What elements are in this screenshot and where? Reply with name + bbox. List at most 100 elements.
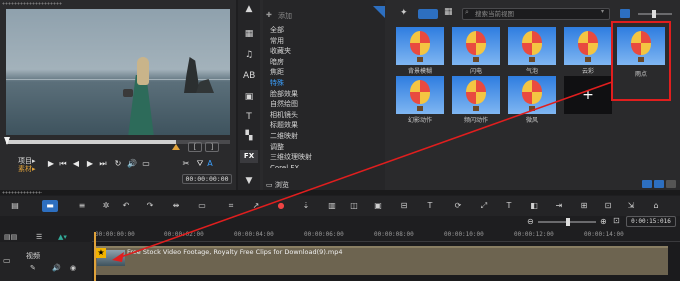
crop-icon[interactable]: ⌗ <box>225 200 237 212</box>
filter-thumbnail[interactable]: 闪电 <box>452 27 500 75</box>
mode-clip[interactable]: 素材▸ <box>18 164 44 174</box>
view-detail-icon[interactable] <box>666 180 676 188</box>
view-options-button[interactable] <box>620 9 630 18</box>
play-icon[interactable]: ▶ <box>46 159 56 169</box>
expand-icon[interactable]: ⤢ <box>478 200 490 212</box>
category-item-active[interactable]: 特殊 <box>266 78 382 89</box>
category-item[interactable]: 相机镜头 <box>266 110 382 121</box>
ripple-icon[interactable]: ▲▾ <box>58 233 67 241</box>
browse-button[interactable]: ▭ 浏览 <box>266 180 326 190</box>
title-tab-icon[interactable]: ▣ <box>243 91 255 103</box>
search-input[interactable]: 搜索当前视图 <box>462 8 610 20</box>
record-icon[interactable]: ● <box>275 200 287 212</box>
panel-grip[interactable] <box>2 2 62 5</box>
divider-grip[interactable] <box>2 191 42 194</box>
multi-cam-icon[interactable]: ⊞ <box>578 200 590 212</box>
category-item[interactable]: 二维映射 <box>266 131 382 142</box>
instant-project-tab-icon[interactable]: ♫ <box>243 49 255 61</box>
collapse-icon[interactable]: ▼ <box>243 175 255 187</box>
category-item[interactable]: 收藏夹 <box>266 46 382 57</box>
category-item[interactable]: 自然绘图 <box>266 99 382 110</box>
filter-thumbnail[interactable]: 幻影动作 <box>396 76 444 124</box>
category-item[interactable]: 调整 <box>266 142 382 153</box>
redo-icon[interactable]: ↷ <box>144 200 156 212</box>
timeline-view-icon[interactable]: ▬ <box>42 200 58 212</box>
category-item[interactable]: 全部 <box>266 25 382 36</box>
hd-preview-icon[interactable]: ▭ <box>141 159 151 169</box>
subtitle-icon[interactable]: ◫ <box>348 200 360 212</box>
speed-icon[interactable]: ⇥ <box>553 200 565 212</box>
screen-icon[interactable]: ▭ <box>196 200 208 212</box>
tracks-icon[interactable]: ▤▤ <box>4 233 17 241</box>
preview-timecode[interactable]: 00:00:00:00 <box>182 174 232 184</box>
split-screen-icon[interactable]: ⊟ <box>398 200 410 212</box>
category-item[interactable]: 脸部效果 <box>266 89 382 100</box>
filter-thumbnail[interactable]: 微风 <box>508 76 556 124</box>
add-filter-slot[interactable]: + <box>564 76 612 124</box>
mark-in-button[interactable]: [ <box>188 142 202 152</box>
skip-to-start-icon[interactable]: ⏮ <box>58 159 68 169</box>
media-tab-icon[interactable]: ▦ <box>243 28 255 40</box>
add-icon[interactable]: ✚ <box>266 11 272 19</box>
grid-view-icon[interactable]: ▦ <box>444 7 453 17</box>
split-icon[interactable]: ✂ <box>181 159 191 169</box>
repeat-icon[interactable]: ↻ <box>113 159 123 169</box>
category-item[interactable]: 焦距 <box>266 67 382 78</box>
star-filter-icon[interactable]: ✦ <box>400 8 408 18</box>
zoom-out-icon[interactable]: ⊖ <box>527 217 534 226</box>
volume-icon[interactable]: 🔊 <box>127 159 137 169</box>
track-list-icon[interactable]: ☰ <box>36 233 42 241</box>
view-list-icon[interactable] <box>642 180 652 188</box>
filter-thumbnail[interactable]: 云彩 <box>564 27 612 75</box>
track-manager-icon[interactable]: ≡ <box>76 200 88 212</box>
add-category-label[interactable]: 添加 <box>278 11 292 21</box>
mask-icon[interactable]: ◧ <box>528 200 540 212</box>
category-item[interactable]: Corel FX <box>266 163 382 168</box>
filter-tab-icon[interactable]: FX <box>240 150 258 163</box>
filter-thumbnail[interactable]: 频闪动作 <box>452 76 500 124</box>
storyboard-view-icon[interactable]: ▤ <box>9 200 21 212</box>
slider-knob[interactable] <box>652 10 656 18</box>
skip-to-end-icon[interactable]: ⏭ <box>98 159 108 169</box>
category-item[interactable]: 暗房 <box>266 57 382 68</box>
chapters-icon[interactable]: ▥ <box>326 200 338 212</box>
text-tab-icon[interactable]: T <box>243 111 255 123</box>
graphic-tab-icon[interactable]: ▚ <box>243 130 255 142</box>
mark-out-button[interactable]: ] <box>205 142 219 152</box>
filter-thumbnail[interactable]: 背景模糊 <box>396 27 444 75</box>
view-thumb-icon[interactable] <box>654 180 664 188</box>
category-item[interactable]: 常用 <box>266 36 382 47</box>
fit-icon[interactable]: ⇹ <box>170 200 182 212</box>
t30-icon[interactable]: T <box>503 200 515 212</box>
timeline-timecode[interactable]: 0:00:15:016 <box>626 216 676 227</box>
step-forward-icon[interactable]: ▶ <box>85 159 95 169</box>
zoom-knob[interactable] <box>566 218 570 226</box>
audio-mixer-icon[interactable]: ⇣ <box>300 200 312 212</box>
stop-motion-icon[interactable]: ⊡ <box>602 200 614 212</box>
lock-icon[interactable]: ⌂ <box>650 200 662 212</box>
step-back-icon[interactable]: ◀ <box>71 159 81 169</box>
library-toggle[interactable] <box>418 9 438 19</box>
magic-tool-icon[interactable]: ✲ <box>100 200 112 212</box>
color-grade-icon[interactable]: ▣ <box>372 200 384 212</box>
panel-divider[interactable] <box>0 190 680 195</box>
text-track-icon[interactable]: T <box>424 200 436 212</box>
loop-icon[interactable]: ⟳ <box>452 200 464 212</box>
transition-tab-icon[interactable]: AB <box>243 70 255 82</box>
playhead[interactable] <box>94 232 96 281</box>
chevron-down-icon[interactable]: ▾ <box>601 8 604 15</box>
filter-thumbnail[interactable]: 气泡 <box>508 27 556 75</box>
motion-icon[interactable]: ↗ <box>250 200 262 212</box>
expand-up-icon[interactable]: ▲ <box>243 3 255 15</box>
track-fx-icon[interactable]: ✎ <box>30 264 36 272</box>
track-visibility-icon[interactable]: ◉ <box>70 264 76 272</box>
category-item[interactable]: 标题效果 <box>266 120 382 131</box>
zoom-in-icon[interactable]: ⊕ <box>600 217 607 226</box>
export-icon[interactable]: ⇲ <box>625 200 637 212</box>
track-name[interactable]: 视频 <box>26 251 40 261</box>
undo-icon[interactable]: ↶ <box>120 200 132 212</box>
track-mute-icon[interactable]: 🔊 <box>52 264 61 272</box>
fit-timeline-icon[interactable]: ⊡ <box>613 216 620 225</box>
audio-icon[interactable]: ⛛ <box>195 159 205 169</box>
category-item[interactable]: 三维纹理映射 <box>266 152 382 163</box>
